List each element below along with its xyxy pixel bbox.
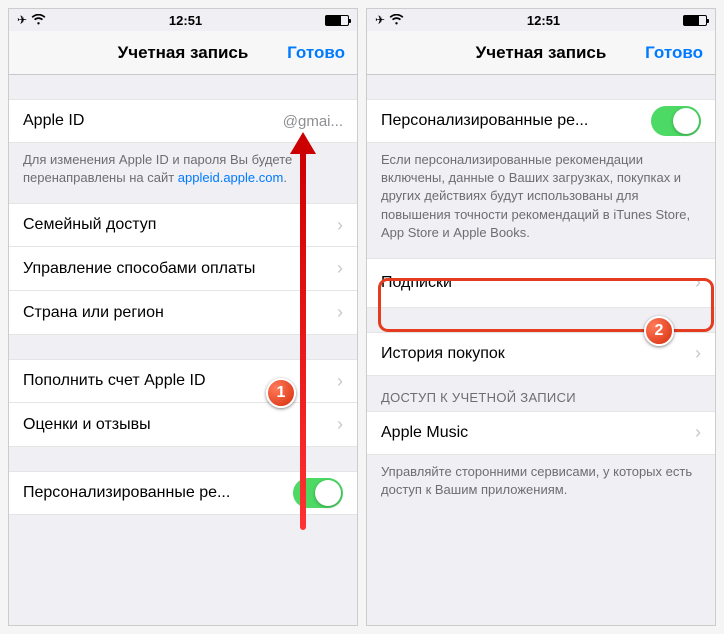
recs-footer: Если персонализированные рекомендации вк… [367, 143, 715, 258]
apple-music-row[interactable]: Apple Music › [367, 411, 715, 455]
apple-id-footer: Для изменения Apple ID и пароля Вы будет… [9, 143, 357, 203]
toggle-on-icon[interactable] [651, 106, 701, 136]
status-bar: ✈ 12:51 [9, 9, 357, 31]
payment-methods-row[interactable]: Управление способами оплаты › [9, 247, 357, 291]
content: Apple ID @gmai... Для изменения Apple ID… [9, 75, 357, 625]
add-funds-row[interactable]: Пополнить счет Apple ID › [9, 359, 357, 403]
chevron-right-icon: › [337, 371, 343, 392]
ratings-reviews-row[interactable]: Оценки и отзывы › [9, 403, 357, 447]
chevron-right-icon: › [337, 258, 343, 279]
purchase-history-row[interactable]: История покупок › [367, 332, 715, 376]
done-button[interactable]: Готово [287, 43, 345, 63]
chevron-right-icon: › [337, 302, 343, 323]
chevron-right-icon: › [695, 343, 701, 364]
wifi-icon [389, 13, 404, 28]
subscriptions-row[interactable]: Подписки › [367, 258, 715, 308]
nav-title: Учетная запись [118, 43, 249, 63]
family-sharing-row[interactable]: Семейный доступ › [9, 203, 357, 247]
apple-id-label: Apple ID [23, 112, 84, 130]
appleid-link[interactable]: appleid.apple.com [178, 170, 284, 185]
apple-id-value: @gmai... [283, 113, 343, 130]
toggle-on-icon[interactable] [293, 478, 343, 508]
status-bar: ✈ 12:51 [367, 9, 715, 31]
personalized-recs-row[interactable]: Персонализированные ре... [9, 471, 357, 515]
chevron-right-icon: › [337, 414, 343, 435]
time: 12:51 [527, 13, 560, 28]
screen-left: ✈ 12:51 Учетная запись Готово Apple ID @… [8, 8, 358, 626]
access-footer: Управляйте сторонними сервисами, у котор… [367, 455, 715, 515]
time: 12:51 [169, 13, 202, 28]
chevron-right-icon: › [695, 422, 701, 443]
apple-id-row[interactable]: Apple ID @gmai... [9, 99, 357, 143]
nav-bar: Учетная запись Готово [367, 31, 715, 75]
wifi-icon [31, 13, 46, 28]
chevron-right-icon: › [695, 272, 701, 293]
country-region-row[interactable]: Страна или регион › [9, 291, 357, 335]
nav-title: Учетная запись [476, 43, 607, 63]
battery-icon [683, 15, 707, 26]
nav-bar: Учетная запись Готово [9, 31, 357, 75]
access-header: ДОСТУП К УЧЕТНОЙ ЗАПИСИ [367, 376, 715, 411]
content: Персонализированные ре... Если персонали… [367, 75, 715, 625]
personalized-recs-row[interactable]: Персонализированные ре... [367, 99, 715, 143]
done-button[interactable]: Готово [645, 43, 703, 63]
chevron-right-icon: › [337, 215, 343, 236]
airplane-icon: ✈ [17, 13, 27, 27]
battery-icon [325, 15, 349, 26]
screen-right: ✈ 12:51 Учетная запись Готово Персонализ… [366, 8, 716, 626]
airplane-icon: ✈ [375, 13, 385, 27]
